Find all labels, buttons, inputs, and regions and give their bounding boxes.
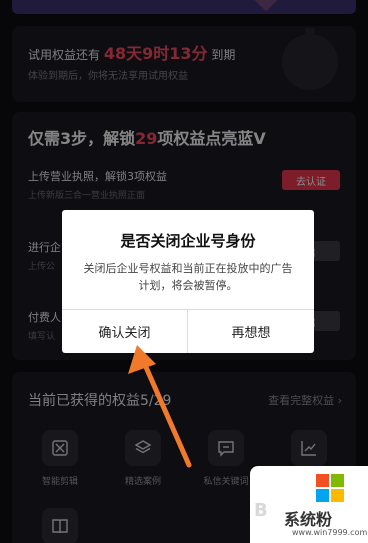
watermark-title: 系统粉 (284, 510, 333, 529)
watermark-fragment: B (254, 500, 268, 521)
site-watermark: B 系统粉 www.win7999.com (250, 466, 368, 543)
arrow-annotation-icon (128, 345, 192, 468)
watermark-url: www.win7999.com (292, 528, 368, 537)
windows-logo-icon (316, 474, 344, 502)
